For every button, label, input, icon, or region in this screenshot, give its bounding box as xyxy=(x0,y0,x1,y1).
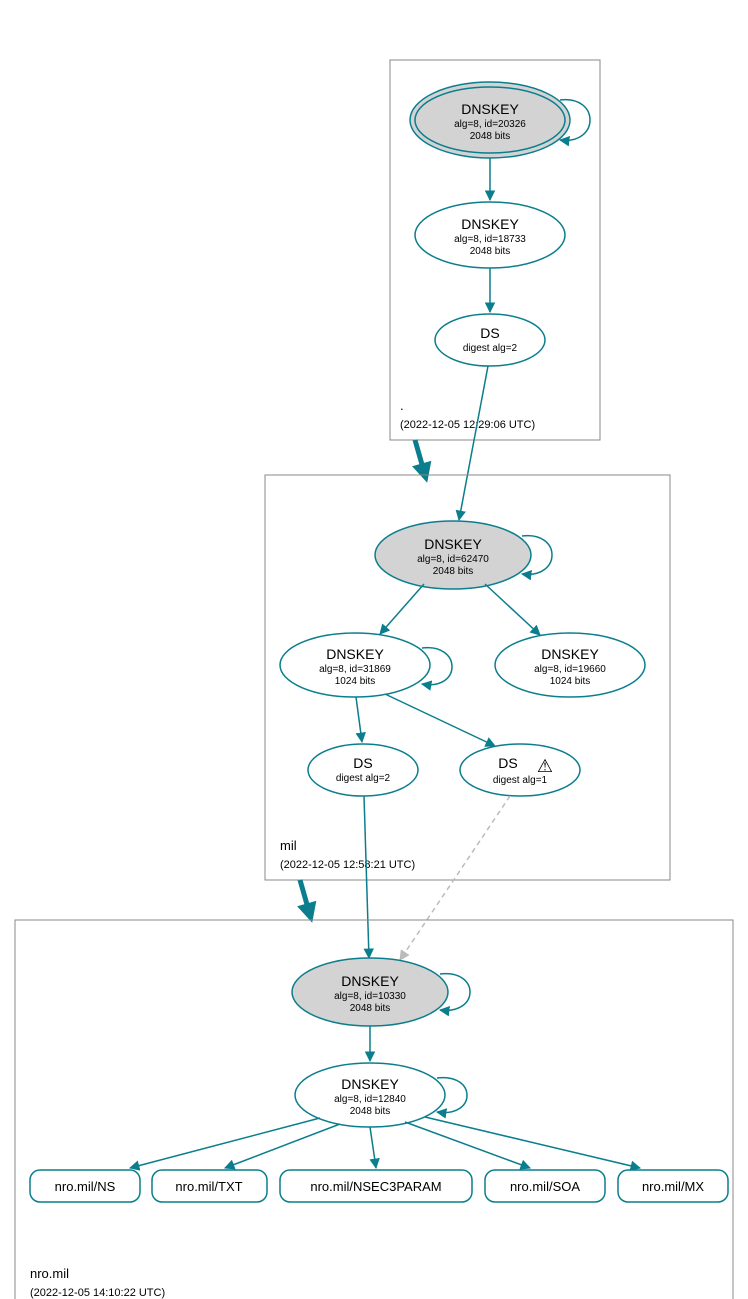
node-nro-ksk: DNSKEY alg=8, id=10330 2048 bits xyxy=(292,958,448,1026)
edge-nro-zsk-mx xyxy=(425,1117,640,1168)
zone-mil: mil (2022-12-05 12:58:21 UTC) DNSKEY alg… xyxy=(265,475,670,880)
zone-root-time: (2022-12-05 12:29:06 UTC) xyxy=(400,419,535,431)
node-mil-ds1-title: DS xyxy=(353,755,372,771)
node-root-ksk-title: DNSKEY xyxy=(461,101,519,117)
node-root-zsk-title: DNSKEY xyxy=(461,216,519,232)
rrset-nsec: nro.mil/NSEC3PARAM xyxy=(280,1170,472,1202)
node-mil-zsk: DNSKEY alg=8, id=31869 1024 bits xyxy=(280,633,430,697)
node-mil-zsk2: DNSKEY alg=8, id=19660 1024 bits xyxy=(495,633,645,697)
node-root-ksk-l1: alg=8, id=20326 xyxy=(454,119,526,130)
node-mil-ksk-l1: alg=8, id=62470 xyxy=(417,554,489,565)
node-root-ds-title: DS xyxy=(480,325,499,341)
edge-nro-zsk-soa xyxy=(405,1122,530,1168)
edge-mil-ksk-zsk xyxy=(380,584,424,634)
node-mil-ds1: DS digest alg=2 xyxy=(308,744,418,796)
node-mil-ds1-l1: digest alg=2 xyxy=(336,773,391,784)
node-root-ds: DS digest alg=2 xyxy=(435,314,545,366)
node-nro-ksk-l1: alg=8, id=10330 xyxy=(334,991,406,1002)
node-mil-zsk2-l2: 1024 bits xyxy=(550,676,591,687)
node-mil-zsk-l1: alg=8, id=31869 xyxy=(319,664,391,675)
node-nro-zsk-l2: 2048 bits xyxy=(350,1106,391,1117)
node-root-zsk-l2: 2048 bits xyxy=(470,246,511,257)
node-nro-zsk-l1: alg=8, id=12840 xyxy=(334,1094,406,1105)
node-nro-zsk-title: DNSKEY xyxy=(341,1076,399,1092)
node-root-ksk: DNSKEY alg=8, id=20326 2048 bits xyxy=(410,82,570,158)
edge-mil-to-nro-thick xyxy=(300,880,310,915)
edge-nro-zsk-nsec xyxy=(370,1127,376,1168)
node-mil-ds2-title: DS xyxy=(498,755,517,771)
node-nro-zsk: DNSKEY alg=8, id=12840 2048 bits xyxy=(295,1063,445,1127)
rrset-mx: nro.mil/MX xyxy=(618,1170,728,1202)
rrset-ns: nro.mil/NS xyxy=(30,1170,140,1202)
rrset-txt-label: nro.mil/TXT xyxy=(175,1179,242,1194)
node-mil-ksk-l2: 2048 bits xyxy=(433,566,474,577)
node-mil-zsk-title: DNSKEY xyxy=(326,646,384,662)
node-root-ds-l1: digest alg=2 xyxy=(463,343,518,354)
node-mil-ds2: DS ⚠ digest alg=1 xyxy=(460,744,580,796)
edge-root-to-mil-thick xyxy=(415,440,425,475)
rrset-mx-label: nro.mil/MX xyxy=(642,1179,704,1194)
edge-root-ds-to-mil-ksk xyxy=(459,366,488,520)
edge-nro-zsk-txt xyxy=(225,1124,340,1168)
rrset-soa-label: nro.mil/SOA xyxy=(510,1179,580,1194)
zone-nro: nro.mil (2022-12-05 14:10:22 UTC) DNSKEY… xyxy=(15,920,733,1299)
node-mil-zsk-l2: 1024 bits xyxy=(335,676,376,687)
rrset-ns-label: nro.mil/NS xyxy=(55,1179,116,1194)
edge-mil-zsk-ds1 xyxy=(356,697,362,742)
node-root-zsk: DNSKEY alg=8, id=18733 2048 bits xyxy=(415,202,565,268)
node-mil-ksk: DNSKEY alg=8, id=62470 2048 bits xyxy=(375,521,531,589)
node-root-zsk-l1: alg=8, id=18733 xyxy=(454,234,526,245)
zone-nro-name: nro.mil xyxy=(30,1266,69,1281)
zone-root: . (2022-12-05 12:29:06 UTC) DNSKEY alg=8… xyxy=(390,60,600,440)
zone-mil-name: mil xyxy=(280,838,297,853)
node-mil-zsk2-title: DNSKEY xyxy=(541,646,599,662)
edge-mil-ds2-to-nro-ksk xyxy=(400,796,510,960)
edge-mil-ksk-zsk2 xyxy=(485,584,540,635)
rrset-txt: nro.mil/TXT xyxy=(152,1170,267,1202)
zone-nro-time: (2022-12-05 14:10:22 UTC) xyxy=(30,1287,165,1299)
rrset-soa: nro.mil/SOA xyxy=(485,1170,605,1202)
node-mil-ds2-l1: digest alg=1 xyxy=(493,775,548,786)
rrset-nsec-label: nro.mil/NSEC3PARAM xyxy=(310,1179,441,1194)
node-root-ksk-l2: 2048 bits xyxy=(470,131,511,142)
warning-icon: ⚠ xyxy=(537,756,553,776)
node-nro-ksk-l2: 2048 bits xyxy=(350,1003,391,1014)
edge-mil-ds1-to-nro-ksk xyxy=(364,796,369,958)
node-mil-zsk2-l1: alg=8, id=19660 xyxy=(534,664,606,675)
node-nro-ksk-title: DNSKEY xyxy=(341,973,399,989)
edge-mil-zsk-ds2 xyxy=(385,694,495,746)
zone-root-name: . xyxy=(400,398,404,413)
node-mil-ksk-title: DNSKEY xyxy=(424,536,482,552)
zone-mil-time: (2022-12-05 12:58:21 UTC) xyxy=(280,859,415,871)
